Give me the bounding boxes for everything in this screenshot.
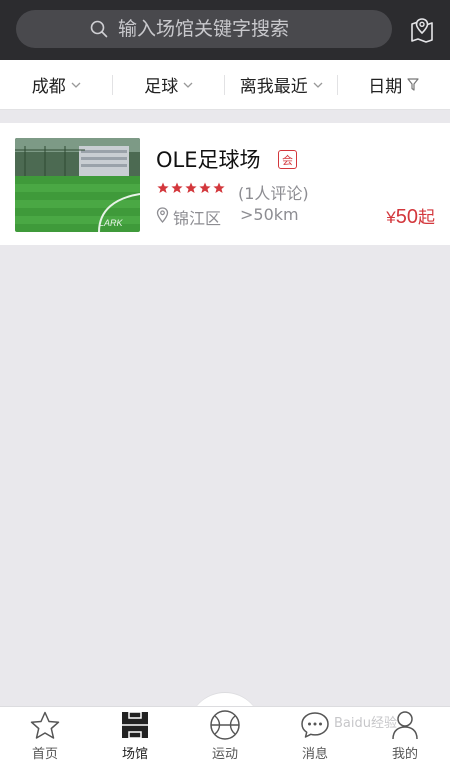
watermark: Baidu经验 bbox=[334, 716, 397, 731]
star-icon bbox=[213, 182, 225, 193]
tab-home[interactable]: 首页 bbox=[0, 707, 90, 766]
price-suffix: 起 bbox=[418, 208, 435, 227]
tab-sports-label: 运动 bbox=[211, 747, 238, 762]
price-value: 50 bbox=[395, 206, 418, 228]
filter-city[interactable]: 成都 bbox=[0, 60, 113, 109]
filter-sport-label: 足球 bbox=[144, 77, 179, 97]
search-bar[interactable] bbox=[16, 10, 392, 48]
star-icon bbox=[185, 182, 197, 193]
filter-sport[interactable]: 足球 bbox=[113, 60, 226, 109]
search-input[interactable] bbox=[118, 18, 318, 40]
venue-icon bbox=[122, 711, 148, 739]
chevron-down-icon bbox=[313, 82, 323, 88]
star-icon bbox=[199, 182, 211, 193]
review-count[interactable]: (1人评论) bbox=[238, 180, 309, 204]
map-pin-icon bbox=[411, 18, 433, 43]
map-button[interactable] bbox=[408, 14, 436, 44]
venue-thumbnail: LARK bbox=[15, 138, 140, 232]
venue-district: 锦江区 bbox=[173, 209, 222, 228]
price-currency: ¥ bbox=[386, 208, 396, 227]
rating-stars bbox=[157, 182, 225, 194]
filter-sort-label: 离我最近 bbox=[239, 77, 308, 97]
tab-home-label: 首页 bbox=[31, 747, 58, 762]
thumb-brand-text: LARK bbox=[99, 218, 124, 228]
star-icon bbox=[157, 182, 169, 193]
tab-sports[interactable]: 运动 bbox=[180, 707, 270, 766]
filter-city-label: 成都 bbox=[31, 77, 66, 97]
filter-date-label: 日期 bbox=[368, 77, 403, 97]
star-icon bbox=[30, 711, 60, 739]
filter-bar: 成都 足球 离我最近 日期 bbox=[0, 60, 450, 110]
venue-name: OLE足球场 bbox=[156, 148, 261, 172]
star-icon bbox=[171, 182, 183, 193]
filter-funnel-icon bbox=[407, 78, 419, 91]
message-icon bbox=[301, 712, 329, 738]
tab-venues[interactable]: 场馆 bbox=[90, 707, 180, 766]
filter-sort[interactable]: 离我最近 bbox=[225, 60, 338, 109]
filter-date[interactable]: 日期 bbox=[338, 60, 450, 109]
search-icon bbox=[90, 20, 108, 38]
tab-profile-label: 我的 bbox=[391, 747, 418, 762]
venue-price: ¥50起 bbox=[386, 203, 435, 229]
chevron-down-icon bbox=[71, 82, 81, 88]
tab-messages-label: 消息 bbox=[301, 747, 328, 762]
venue-distance: >50km bbox=[240, 205, 299, 224]
chevron-down-icon bbox=[183, 82, 193, 88]
location-pin-icon bbox=[156, 207, 169, 223]
member-badge: 会 bbox=[278, 150, 297, 169]
top-header bbox=[0, 0, 450, 60]
tab-venues-label: 场馆 bbox=[121, 747, 148, 762]
ball-icon bbox=[210, 710, 240, 740]
venue-card[interactable]: LARK bbox=[0, 123, 450, 245]
